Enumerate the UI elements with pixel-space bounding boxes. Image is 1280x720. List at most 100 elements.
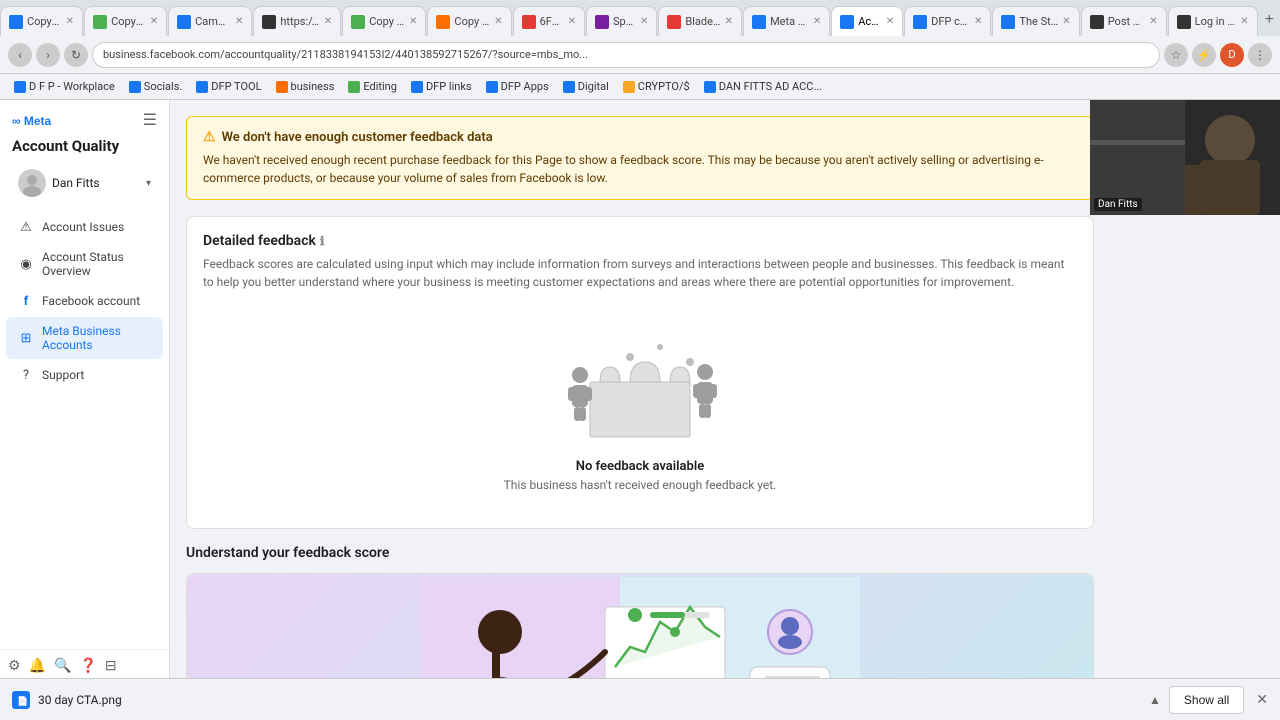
account-issues-icon: ⚠ <box>18 219 34 235</box>
bookmark-label-4: business <box>291 80 335 93</box>
svg-text:∞ Meta: ∞ Meta <box>12 114 52 127</box>
user-name: Dan Fitts <box>52 176 146 190</box>
bookmark-icon-6 <box>411 81 423 93</box>
menu-button[interactable]: ⋮ <box>1248 43 1272 67</box>
sidebar-menu-icon[interactable]: ☰ <box>143 110 157 129</box>
tab-close-5[interactable]: ✕ <box>409 16 417 27</box>
bookmark-label-6: DFP links <box>426 80 472 93</box>
tab-label-14: Post Att <box>1108 15 1146 28</box>
sidebar-item-facebook-account[interactable]: f Facebook account <box>6 286 163 316</box>
tab-favicon-8 <box>595 15 609 29</box>
tab-favicon-1 <box>9 15 23 29</box>
sidebar-label-support: Support <box>42 368 84 382</box>
tab-close-11[interactable]: ✕ <box>886 16 894 27</box>
sidebar-item-account-status[interactable]: ◉ Account Status Overview <box>6 243 163 285</box>
tab-copy-5[interactable]: Copy of ✕ <box>342 6 426 36</box>
no-feedback-svg <box>530 327 750 447</box>
url-bar[interactable]: business.facebook.com/accountquality/211… <box>92 42 1160 68</box>
bell-icon[interactable]: 🔔 <box>29 658 46 674</box>
svg-text:📄: 📄 <box>17 695 27 706</box>
bookmark-dan-fitts[interactable]: DAN FITTS AD ACC... <box>698 78 828 95</box>
tab-blade[interactable]: Blade R ✕ <box>658 6 742 36</box>
new-tab-button[interactable]: + <box>1259 11 1280 29</box>
user-selector[interactable]: Dan Fitts ▾ <box>6 163 163 203</box>
understand-illustration <box>420 577 860 683</box>
extensions-button[interactable]: ⚡ <box>1192 43 1216 67</box>
close-download-icon[interactable]: ✕ <box>1256 692 1268 708</box>
tab-https[interactable]: https://c ✕ <box>253 6 341 36</box>
account-status-icon: ◉ <box>18 256 34 272</box>
bookmark-label-1: D F P - Workplace <box>29 80 115 93</box>
sidebar-item-support[interactable]: ? Support <box>6 360 163 390</box>
tab-close-7[interactable]: ✕ <box>568 16 576 27</box>
tab-dfpchat[interactable]: DFP cha ✕ <box>904 6 991 36</box>
bookmark-dfp-apps[interactable]: DFP Apps <box>480 78 555 95</box>
settings-icon[interactable]: ⚙ <box>8 658 21 674</box>
bookmark-label-7: DFP Apps <box>501 80 549 93</box>
back-button[interactable]: ‹ <box>8 43 32 67</box>
tab-close-14[interactable]: ✕ <box>1149 16 1157 27</box>
tab-login[interactable]: Log in a | ✕ <box>1168 6 1258 36</box>
tab-close-2[interactable]: ✕ <box>150 16 158 27</box>
tab-copy-6[interactable]: Copy of ✕ <box>427 6 511 36</box>
understand-card: Maintaining a healthy feedback score Fee… <box>186 573 1094 682</box>
understand-image <box>187 574 1093 682</box>
tab-close-9[interactable]: ✕ <box>725 16 733 27</box>
tab-metabu[interactable]: Meta Bu ✕ <box>743 6 830 36</box>
detailed-feedback-title-text: Detailed feedback <box>203 233 316 249</box>
main-layout: ∞ Meta ☰ Account Quality Dan Fitts ▾ ⚠ A… <box>0 100 1280 682</box>
tab-postatt[interactable]: Post Att ✕ <box>1081 6 1167 36</box>
tab-close-8[interactable]: ✕ <box>640 16 648 27</box>
bookmark-business[interactable]: business <box>270 78 341 95</box>
profile-button[interactable]: D <box>1220 43 1244 67</box>
bookmark-button[interactable]: ☆ <box>1164 43 1188 67</box>
tab-close-15[interactable]: ✕ <box>1240 16 1248 27</box>
bookmark-socials[interactable]: Socials. <box>123 78 188 95</box>
bookmark-dfp-workplace[interactable]: D F P - Workplace <box>8 78 121 95</box>
nav-bar: ‹ › ↻ business.facebook.com/accountquali… <box>0 36 1280 74</box>
tab-label-15: Log in a | <box>1195 15 1237 28</box>
facebook-account-icon: f <box>18 293 34 309</box>
sidebar-title: Account Quality <box>0 133 169 163</box>
layout-icon[interactable]: ⊟ <box>105 658 117 674</box>
tab-close-12[interactable]: ✕ <box>974 16 982 27</box>
tab-bar: Copy ol ✕ Copy ol ✕ Campai ✕ https://c ✕… <box>0 0 1280 36</box>
bookmark-icon-3 <box>196 81 208 93</box>
forward-button[interactable]: › <box>36 43 60 67</box>
bookmark-digital[interactable]: Digital <box>557 78 615 95</box>
tab-close-13[interactable]: ✕ <box>1062 16 1070 27</box>
download-chevron-icon[interactable]: ▲ <box>1149 693 1161 707</box>
chevron-down-icon: ▾ <box>146 178 151 189</box>
show-all-button[interactable]: Show all <box>1169 686 1244 714</box>
help-icon[interactable]: ❓ <box>79 658 96 674</box>
bookmark-crypto[interactable]: CRYPTO/$ <box>617 78 696 95</box>
tab-acco-active[interactable]: Acco ✕ <box>831 6 903 36</box>
tab-close-4[interactable]: ✕ <box>324 16 332 27</box>
tab-close-10[interactable]: ✕ <box>813 16 821 27</box>
tab-favicon-13 <box>1001 15 1015 29</box>
bookmark-editing[interactable]: Editing <box>342 78 403 95</box>
tab-copy-ol-2[interactable]: Copy ol ✕ <box>84 6 167 36</box>
bookmark-icon-1 <box>14 81 26 93</box>
warning-banner-text: We haven't received enough recent purcha… <box>203 151 1077 187</box>
tab-label-9: Blade R <box>685 15 720 28</box>
sidebar-item-account-issues[interactable]: ⚠ Account Issues <box>6 212 163 242</box>
tab-copy-ol-1[interactable]: Copy ol ✕ <box>0 6 83 36</box>
understand-section: Understand your feedback score <box>186 545 1094 682</box>
bookmark-label-5: Editing <box>363 80 397 93</box>
tab-close-1[interactable]: ✕ <box>66 16 74 27</box>
tab-spac[interactable]: Spac ✕ <box>586 6 657 36</box>
tab-6ffu[interactable]: 6FFU ✕ <box>513 6 585 36</box>
tab-close-3[interactable]: ✕ <box>235 16 243 27</box>
sidebar-item-meta-business[interactable]: ⊞ Meta Business Accounts <box>6 317 163 359</box>
tab-favicon-6 <box>436 15 450 29</box>
refresh-button[interactable]: ↻ <box>64 43 88 67</box>
search-icon[interactable]: 🔍 <box>54 658 71 674</box>
sidebar: ∞ Meta ☰ Account Quality Dan Fitts ▾ ⚠ A… <box>0 100 170 682</box>
tab-campai[interactable]: Campai ✕ <box>168 6 252 36</box>
bookmark-dfp-tool[interactable]: DFP TOOL <box>190 78 267 95</box>
tab-thestre[interactable]: The Stre ✕ <box>992 6 1079 36</box>
tab-close-6[interactable]: ✕ <box>494 16 502 27</box>
info-icon[interactable]: ℹ <box>320 234 325 248</box>
bookmark-dfp-links[interactable]: DFP links <box>405 78 478 95</box>
